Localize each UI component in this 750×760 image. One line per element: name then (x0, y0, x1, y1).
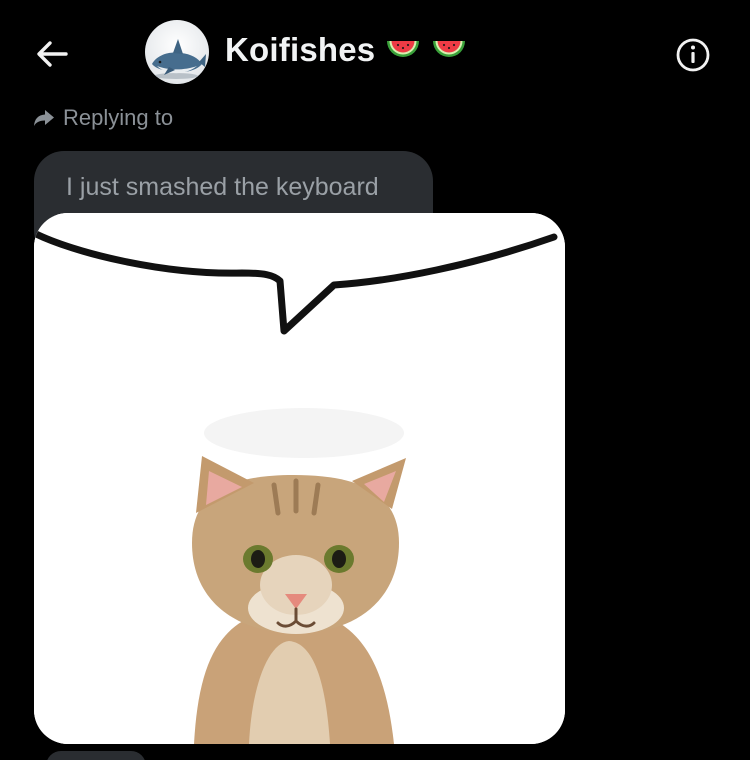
reply-arrow-icon (34, 110, 54, 126)
image-message[interactable] (34, 213, 565, 744)
conversation-title-row[interactable]: Koifishes (225, 28, 467, 72)
quoted-message-text: I just smashed the keyboard (66, 173, 379, 201)
avatar[interactable] (145, 20, 209, 84)
back-button[interactable] (30, 32, 74, 76)
replying-to-label: Replying to (63, 105, 174, 130)
watermelon-icon (433, 41, 466, 57)
conversation-title: Koifishes (225, 31, 376, 68)
watermelon-icon (387, 41, 420, 57)
back-arrow-icon (37, 41, 68, 67)
cat-with-empty-speech-bubble-image (34, 213, 565, 744)
shark-plush-avatar (152, 39, 206, 79)
chat-screen: Koifishes Replying to I just smashed the… (0, 0, 750, 760)
conversation-info-button[interactable] (671, 33, 715, 77)
replying-to-row: Replying to (33, 103, 173, 133)
next-message-bubble[interactable] (46, 751, 146, 760)
info-icon (676, 38, 710, 72)
